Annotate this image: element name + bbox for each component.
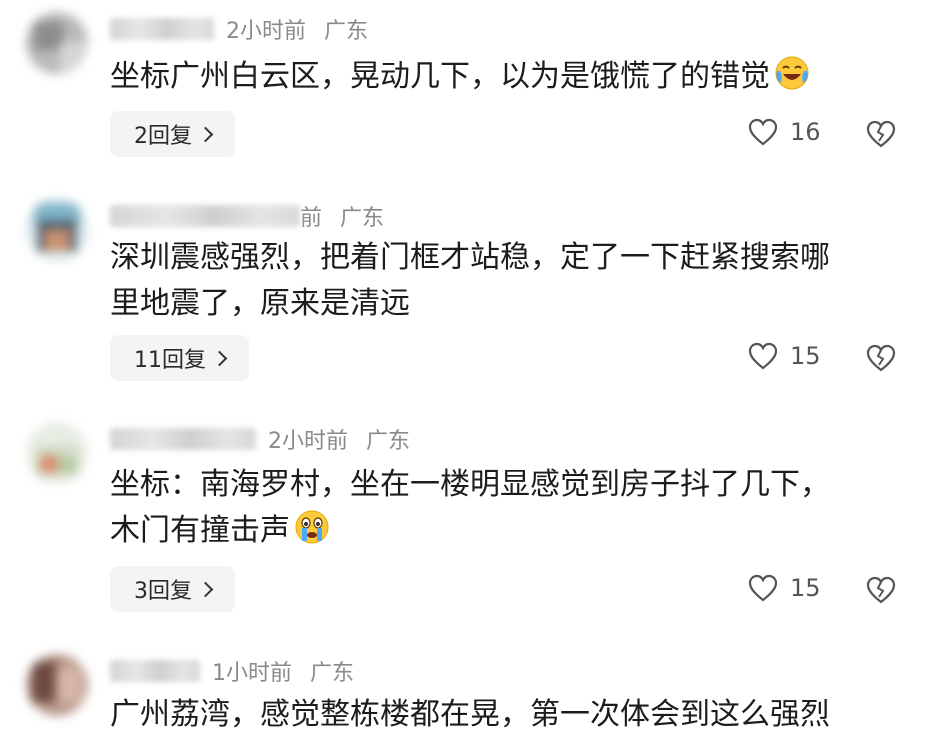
comment-line: 坐标广州白云区，晃动几下，以为是饿慌了的错觉 bbox=[110, 59, 770, 94]
comment-location: 广东 bbox=[366, 429, 411, 454]
dislike-button[interactable] bbox=[866, 576, 896, 608]
comment-item: 1小时前 广东 广州荔湾，感觉整栋楼都在晃，第一次体会到这么强烈 bbox=[0, 654, 942, 732]
comment-text: 深圳震感强烈，把着门框才站稳，定了一下赶紧搜索哪 里地震了，原来是清远 bbox=[110, 235, 900, 327]
comment-time: 前 bbox=[300, 206, 323, 231]
reply-button[interactable]: 2回复 bbox=[110, 111, 235, 157]
reply-label: 11回复 bbox=[134, 348, 206, 373]
chevron-right-icon bbox=[211, 350, 228, 366]
comment-line: 里地震了，原来是清远 bbox=[110, 286, 410, 321]
comment-line: 深圳震感强烈，把着门框才站稳，定了一下赶紧搜索哪 bbox=[110, 240, 830, 275]
like-count: 15 bbox=[790, 342, 821, 370]
broken-heart-icon bbox=[866, 120, 896, 148]
comment-meta: 1小时前 广东 bbox=[110, 654, 354, 688]
avatar[interactable] bbox=[26, 654, 88, 716]
comment-location: 广东 bbox=[340, 206, 385, 231]
dislike-button[interactable] bbox=[866, 120, 896, 152]
avatar[interactable] bbox=[26, 199, 88, 261]
comment-location: 广东 bbox=[310, 661, 355, 686]
broken-heart-icon bbox=[866, 344, 896, 372]
comment-time: 2小时前 bbox=[268, 429, 348, 454]
like-button[interactable]: 16 bbox=[748, 118, 821, 146]
username[interactable] bbox=[110, 205, 300, 227]
chevron-right-icon bbox=[197, 126, 214, 142]
comment-line: 广州荔湾，感觉整栋楼都在晃，第一次体会到这么强烈 bbox=[110, 697, 830, 732]
avatar[interactable] bbox=[26, 422, 88, 484]
comment-meta: 2小时前 广东 bbox=[110, 422, 410, 456]
avatar[interactable] bbox=[26, 12, 88, 74]
like-count: 16 bbox=[790, 118, 821, 146]
like-button[interactable]: 15 bbox=[748, 342, 821, 370]
comment-item: 2小时前 广东 坐标广州白云区，晃动几下，以为是饿慌了的错觉 2回复 16 bbox=[0, 12, 942, 172]
crying-emoji-icon bbox=[294, 509, 330, 545]
reply-button[interactable]: 11回复 bbox=[110, 335, 249, 381]
username[interactable] bbox=[110, 18, 214, 40]
username[interactable] bbox=[110, 660, 200, 682]
comment-text: 坐标：南海罗村，坐在一楼明显感觉到房子抖了几下， 木门有撞击声 bbox=[110, 462, 900, 554]
reply-button[interactable]: 3回复 bbox=[110, 566, 235, 612]
comment-meta: 前 广东 bbox=[110, 199, 384, 233]
broken-heart-icon bbox=[866, 576, 896, 604]
username[interactable] bbox=[110, 428, 256, 450]
heart-outline-icon bbox=[748, 342, 778, 370]
comment-item: 前 广东 深圳震感强烈，把着门框才站稳，定了一下赶紧搜索哪 里地震了，原来是清远… bbox=[0, 199, 942, 399]
comment-line: 木门有撞击声 bbox=[110, 508, 900, 554]
comment-time: 1小时前 bbox=[212, 661, 292, 686]
comment-item: 2小时前 广东 坐标：南海罗村，坐在一楼明显感觉到房子抖了几下， 木门有撞击声 … bbox=[0, 422, 942, 622]
heart-outline-icon bbox=[748, 574, 778, 602]
comment-line: 坐标：南海罗村，坐在一楼明显感觉到房子抖了几下， bbox=[110, 467, 830, 502]
dislike-button[interactable] bbox=[866, 344, 896, 376]
reply-label: 3回复 bbox=[134, 579, 192, 604]
comment-meta: 2小时前 广东 bbox=[110, 12, 368, 46]
comment-location: 广东 bbox=[324, 19, 369, 44]
comment-text: 坐标广州白云区，晃动几下，以为是饿慌了的错觉 bbox=[110, 54, 900, 100]
reply-label: 2回复 bbox=[134, 124, 192, 149]
comment-time: 2小时前 bbox=[226, 19, 306, 44]
like-count: 15 bbox=[790, 574, 821, 602]
heart-outline-icon bbox=[748, 118, 778, 146]
laughing-crying-emoji-icon bbox=[774, 55, 810, 91]
like-button[interactable]: 15 bbox=[748, 574, 821, 602]
chevron-right-icon bbox=[197, 581, 214, 597]
comment-text: 广州荔湾，感觉整栋楼都在晃，第一次体会到这么强烈 bbox=[110, 692, 900, 738]
